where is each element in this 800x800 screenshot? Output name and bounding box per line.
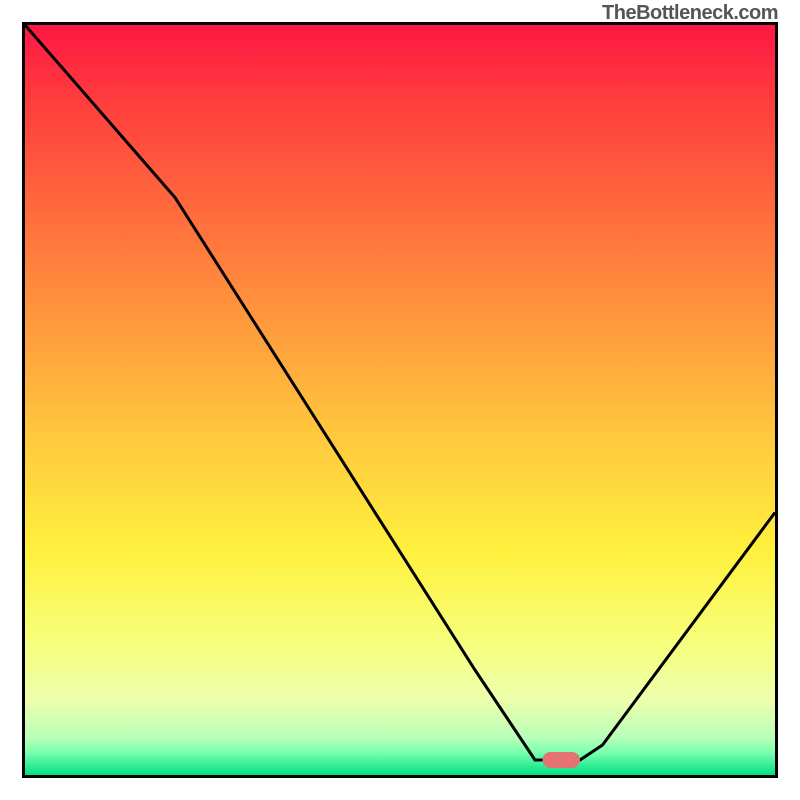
optimal-marker	[543, 752, 581, 768]
bottleneck-chart-svg	[25, 25, 775, 775]
chart-plot-area	[22, 22, 778, 778]
